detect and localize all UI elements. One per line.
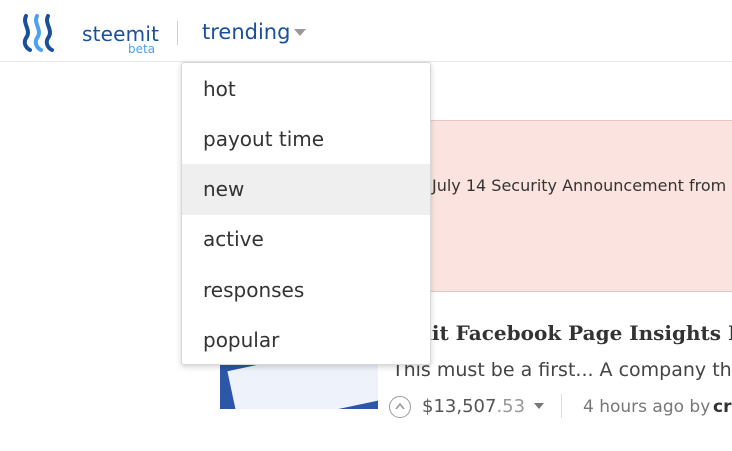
post-time: 4 hours ago by [583,397,711,417]
payout-amount[interactable]: $13,507.53 [422,396,525,417]
sort-selector-trending[interactable]: trending [202,20,290,44]
chevron-down-icon[interactable] [294,29,306,36]
sort-dropdown-menu: hot payout time new active responses pop… [181,62,431,365]
announcement-text[interactable]: July 14 Security Announcement from [432,176,726,195]
menu-item-responses[interactable]: responses [182,265,430,316]
payout-whole: $13,507 [422,396,497,417]
upvote-icon [395,402,405,410]
top-bar: steemit beta trending [0,0,732,62]
header-divider [177,21,178,45]
brand-beta-label: beta [128,42,156,56]
upvote-button[interactable] [389,396,411,418]
menu-item-payout-time[interactable]: payout time [182,114,430,165]
steemit-logo-icon[interactable] [20,12,62,54]
post-title[interactable]: emit Facebook Page Insights I [398,321,732,345]
meta-divider [561,394,562,418]
announcement-banner[interactable] [378,120,732,292]
post-author[interactable]: cr [713,397,731,417]
post-excerpt[interactable]: This must be a first... A company tha [392,359,732,381]
menu-item-active[interactable]: active [182,214,430,265]
menu-item-hot[interactable]: hot [182,64,430,115]
menu-item-popular[interactable]: popular [182,315,430,366]
payout-cents: .53 [496,396,526,417]
chevron-down-icon[interactable] [534,403,544,409]
menu-item-new[interactable]: new [182,164,430,215]
